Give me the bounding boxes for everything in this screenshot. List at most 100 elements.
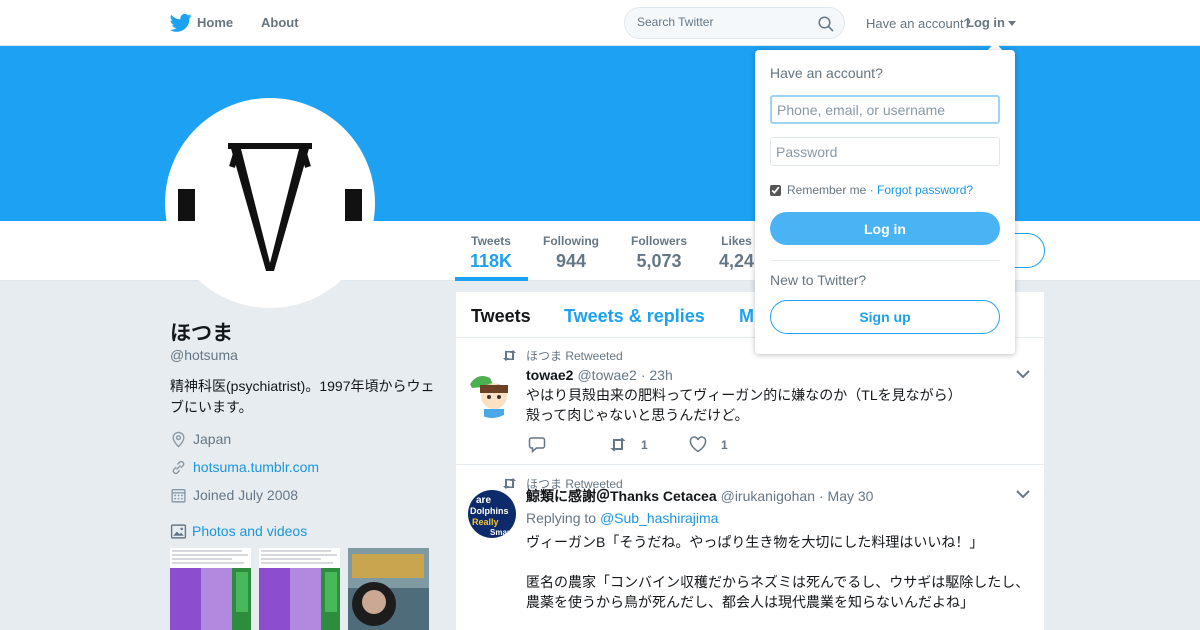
profile-handle[interactable]: @hotsuma: [170, 347, 238, 363]
tweet-author-handle[interactable]: @towae2: [577, 367, 636, 383]
replying-to: Replying to @Sub_hashirajima: [526, 510, 718, 526]
stat-tweets[interactable]: Tweets 118K: [470, 234, 512, 272]
avatar-text: are: [476, 495, 491, 506]
stat-value: 118K: [470, 251, 513, 271]
retweet-icon: [503, 478, 516, 489]
caret-down-icon[interactable]: [1008, 21, 1016, 26]
chevron-down-icon[interactable]: [1016, 490, 1030, 499]
stat-followers[interactable]: Followers 5,073: [631, 234, 687, 272]
media-thumbnail[interactable]: [170, 548, 251, 630]
tweet-text: やはり貝殻由来の肥料ってヴィーガン的に嫌なのか（TLを見ながら） 殻って肉じゃな…: [526, 385, 1031, 425]
tweet-text-line: やはり貝殻由来の肥料ってヴィーガン的に嫌なのか（TLを見ながら）: [526, 387, 962, 403]
tweet-avatar[interactable]: are Dolphins Really Smart: [468, 490, 516, 538]
forgot-password-link[interactable]: Forgot password?: [877, 183, 973, 197]
location-pin-icon: [172, 431, 185, 448]
heart-icon: [689, 436, 707, 453]
tweet-avatar[interactable]: [468, 370, 516, 418]
retweet-icon: [503, 350, 516, 361]
like-count: 1: [721, 437, 728, 452]
photos-videos-label: Photos and videos: [192, 523, 308, 539]
replying-to-prefix: Replying to: [526, 510, 597, 526]
login-button[interactable]: Log in: [770, 212, 1000, 245]
login-link[interactable]: Log in: [966, 15, 1005, 30]
dropdown-divider: [770, 260, 1000, 261]
retweet-context: ほつま Retweeted: [502, 347, 623, 364]
login-dropdown: Have an account? Remember me · Forgot pa…: [755, 50, 1015, 354]
profile-avatar[interactable]: [165, 98, 375, 308]
tab-media[interactable]: M: [739, 306, 754, 327]
tweet-author-handle[interactable]: @irukanigohan: [721, 488, 815, 504]
new-to-twitter-text: New to Twitter?: [770, 272, 867, 288]
remember-label: Remember me ·: [787, 183, 874, 197]
retweet-action[interactable]: 1: [609, 436, 648, 453]
tweet-header: 鯨類に感謝＠Thanks Cetacea @irukanigohan · May…: [526, 486, 873, 506]
dropdown-title: Have an account?: [770, 65, 883, 81]
dolphins-avatar-image: are Dolphins Really Smart: [468, 490, 516, 538]
tweet-text-line: 殻って肉じゃないと思うんだけど。: [526, 407, 749, 423]
media-thumbnail[interactable]: [348, 548, 429, 630]
stat-following[interactable]: Following 944: [543, 234, 599, 272]
retweet-icon: [610, 437, 626, 452]
tweet-text-line: ヴィーガンB「そうだね。やっぱり生き物を大切にした料理はいいね！」: [526, 534, 984, 550]
nav-home-link[interactable]: Home: [197, 15, 233, 30]
remember-checkbox[interactable]: [770, 184, 781, 196]
tweet-text-line: 農薬を使うから鳥が死んだし、都会人は現代農業を知らないんだよね」: [526, 594, 974, 610]
signup-button[interactable]: Sign up: [770, 300, 1000, 334]
reply-action[interactable]: [528, 436, 560, 453]
tweet-author-name[interactable]: 鯨類に感謝＠Thanks Cetacea: [526, 486, 717, 506]
link-icon: [172, 460, 185, 474]
cartoon-avatar-image: [468, 370, 516, 418]
search-box: [624, 7, 845, 39]
joined-text: Joined July 2008: [193, 487, 299, 503]
replying-to-link[interactable]: @Sub_hashirajima: [600, 510, 719, 526]
avatar-text: Smart: [490, 528, 513, 537]
stat-label: Likes: [721, 234, 752, 248]
have-account-text: Have an account?: [866, 16, 971, 31]
active-stat-underline: [455, 277, 528, 281]
username-field[interactable]: [770, 95, 1000, 124]
search-icon[interactable]: [818, 16, 834, 32]
profile-name: ほつま: [170, 322, 233, 345]
location-text: Japan: [193, 431, 232, 447]
tweet-text: ヴィーガンB「そうだね。やっぱり生き物を大切にした料理はいいね！」 匿名の農家「…: [526, 532, 1031, 612]
stat-label: Followers: [631, 234, 688, 248]
media-thumbnail-image: [259, 548, 340, 630]
tweet-text-spacer: [526, 552, 1031, 572]
tab-tweets-replies[interactable]: Tweets & replies: [564, 306, 705, 327]
like-action[interactable]: 1: [689, 436, 728, 453]
tab-tweets[interactable]: Tweets: [471, 306, 531, 327]
profile-joined: Joined July 2008: [170, 485, 298, 505]
website-link[interactable]: hotsuma.tumblr.com: [193, 459, 319, 475]
reply-icon: [528, 437, 546, 453]
media-thumbnail-image: [170, 548, 251, 630]
stat-label: Following: [543, 234, 599, 248]
password-field[interactable]: [770, 137, 1000, 166]
retweet-count: 1: [641, 437, 648, 452]
tweet-header: towae2 @towae2 · 23h: [526, 367, 673, 383]
tweet-text-line: 匿名の農家「コンバイン収穫だからネズミは死んでるし、ウサギは駆除したし、: [526, 574, 1030, 590]
tweet-author-name[interactable]: towae2: [526, 367, 573, 383]
avatar-text: Dolphins: [470, 506, 509, 516]
photos-videos-link[interactable]: Photos and videos: [170, 521, 307, 541]
profile-location: Japan: [170, 429, 231, 449]
top-nav: Home About Have an account? Log in: [0, 0, 1200, 46]
remember-row: Remember me · Forgot password?: [770, 183, 973, 197]
tweet[interactable]: ほつま Retweeted are Dolphins Really Smart …: [456, 466, 1044, 630]
retweet-context-text: ほつま Retweeted: [526, 349, 623, 363]
tweet[interactable]: ほつま Retweeted towae2 @towae2 · 23h やはり貝殻…: [456, 338, 1044, 465]
tweet-timestamp[interactable]: · May 30: [819, 488, 873, 504]
calendar-icon: [171, 488, 186, 503]
media-thumbnail-image: [348, 548, 429, 630]
tweet-timestamp[interactable]: · 23h: [641, 367, 673, 383]
stat-value: 4,24: [719, 251, 755, 271]
stat-likes[interactable]: Likes 4,24: [719, 234, 754, 272]
stat-value: 5,073: [636, 251, 682, 271]
avatar-text: Really: [472, 517, 499, 527]
search-input[interactable]: [637, 15, 807, 29]
stat-value: 944: [555, 251, 587, 271]
twitter-bird-icon[interactable]: [170, 13, 192, 33]
chevron-down-icon[interactable]: [1016, 370, 1030, 379]
profile-bio: 精神科医(psychiatrist)。1997年頃からウェブにいます。: [170, 378, 435, 415]
media-thumbnail[interactable]: [259, 548, 340, 630]
nav-about-link[interactable]: About: [261, 15, 299, 30]
